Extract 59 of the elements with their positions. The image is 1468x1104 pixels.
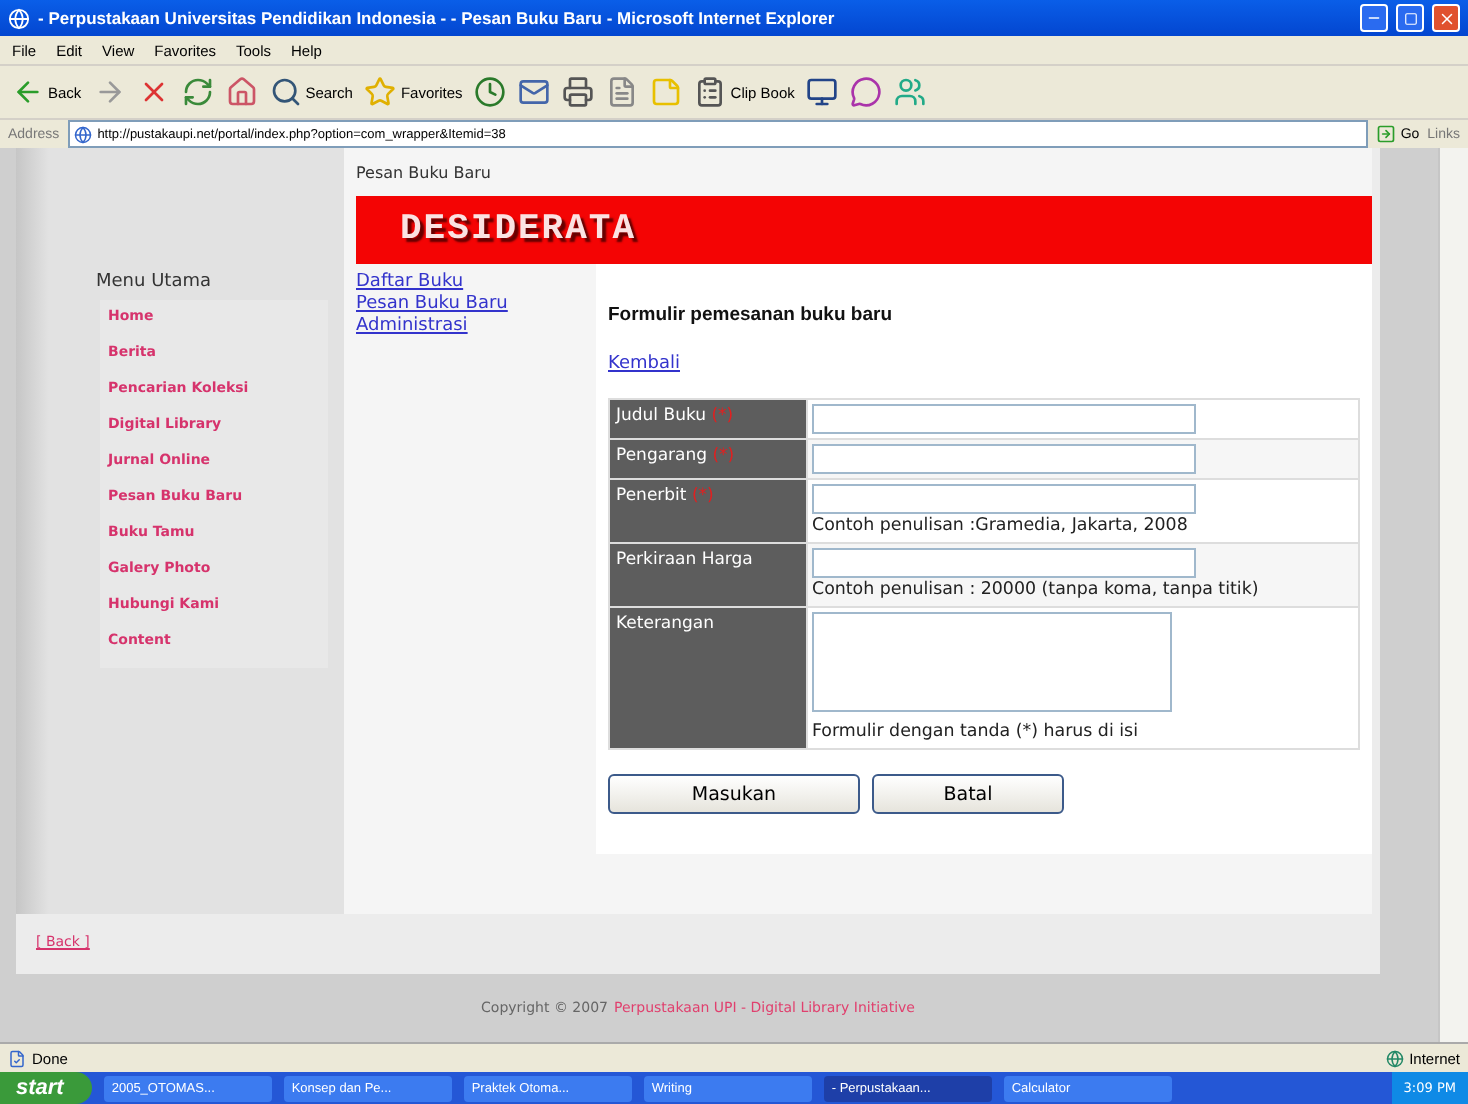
field-hint: Contoh penulisan : 20000 (tanpa koma, tanpa titik) [812,578,1261,602]
forward-button[interactable] [93,76,126,108]
printer-button[interactable] [562,76,595,108]
field-label: Keterangan [610,608,808,748]
banner-title: DESIDERATA [400,210,637,250]
input-field[interactable] [812,484,1196,514]
back-icon [12,76,44,108]
clock-button[interactable] [474,76,507,108]
globe-icon [1385,1049,1404,1067]
input-field[interactable] [812,444,1196,474]
star-icon [364,76,397,108]
maximize-icon [1403,11,1417,25]
field-label: Perkiraan Harga [610,544,808,606]
nav-link[interactable]: Daftar Buku [356,272,596,294]
mail-button[interactable] [518,76,551,108]
printer-icon [562,76,595,108]
field-hint: Contoh penulisan :Gramedia, Jakarta, 2008 [812,514,1190,538]
clock-icon [474,76,507,108]
input-field[interactable] [812,548,1196,578]
minimize-button[interactable] [1360,4,1388,32]
home-icon [225,76,258,108]
back-link[interactable]: Kembali [608,354,1360,374]
document-icon [606,76,639,108]
text-area[interactable] [812,612,1172,712]
field-hint: Formulir dengan tanda (*) harus di isi [812,720,1140,744]
forward-icon [93,76,126,108]
nav-link[interactable]: Pesan Buku Baru [356,294,596,316]
note-icon [650,76,683,108]
close-button[interactable] [1432,4,1460,32]
people-icon [894,76,927,108]
document-button[interactable] [606,76,639,108]
form-title: Formulir pemesanan buku baru [608,304,894,326]
field-label: Judul Buku (*) [610,400,808,438]
breadcrumb: Pesan Buku Baru [356,164,493,186]
field-label: Pengarang (*) [610,440,808,478]
refresh-button[interactable] [181,76,214,108]
clipboard-icon [694,76,727,108]
mail-icon [518,76,551,108]
go-icon [1376,124,1397,144]
close-icon [1437,9,1455,27]
monitor-icon [806,76,839,108]
search-icon [269,76,302,108]
chat-button[interactable] [850,76,883,108]
scrollbar[interactable] [1438,148,1468,1042]
home-button[interactable] [225,76,258,108]
sidebar-title: Menu Utama [96,272,213,292]
input-field[interactable] [812,404,1196,434]
cancel-button[interactable]: Batal [872,774,1064,814]
submit-button[interactable]: Masukan [608,774,860,814]
monitor-button[interactable] [806,76,839,108]
chat-icon [850,76,883,108]
people-button[interactable] [894,76,927,108]
window-title: - Perpustakaan Universitas Pendidikan Indonesia - - Pesan Buku Baru - Microsoft Internet Explorer [38,8,837,28]
maximize-button[interactable] [1396,4,1424,32]
field-label: Penerbit (*) [610,480,808,542]
start-button[interactable]: start [0,1072,92,1104]
globe-icon [8,7,30,29]
refresh-icon [181,76,214,108]
nav-link[interactable]: Administrasi [356,316,596,338]
